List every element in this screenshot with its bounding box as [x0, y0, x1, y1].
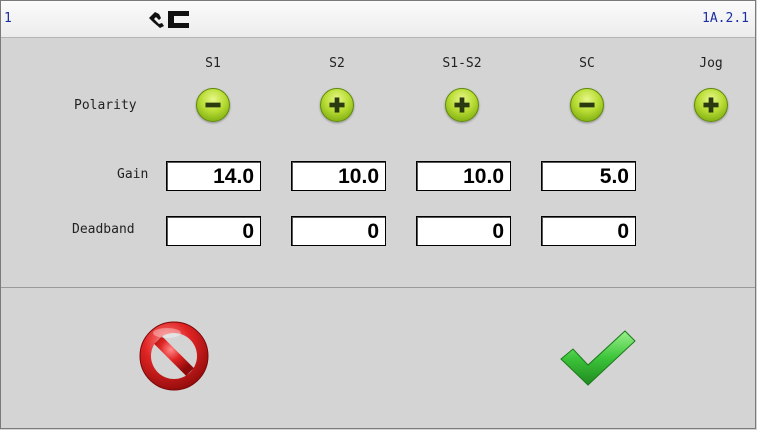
- gain-label: Gain: [117, 167, 149, 182]
- checkmark-icon: [560, 330, 636, 386]
- top-bar: 1 1A.2.1: [1, 1, 755, 38]
- deadband-sc-field[interactable]: 0: [541, 216, 636, 246]
- screen-code: 1A.2.1: [702, 11, 749, 26]
- gain-s1-field[interactable]: 14.0: [166, 161, 261, 191]
- polarity-s1-button[interactable]: [196, 88, 230, 122]
- machine-logo-icon: [149, 11, 189, 28]
- polarity-label: Polarity: [74, 98, 137, 113]
- cancel-prohibited-icon: [139, 321, 209, 391]
- deadband-s2-field[interactable]: 0: [291, 216, 386, 246]
- minus-icon: [205, 102, 221, 108]
- column-header-jog: Jog: [699, 56, 723, 71]
- minus-icon: [579, 102, 595, 108]
- plus-icon: [454, 97, 470, 113]
- polarity-sc-button[interactable]: [570, 88, 604, 122]
- polarity-s1-s2-button[interactable]: [445, 88, 479, 122]
- plus-icon: [703, 97, 719, 113]
- plus-icon: [329, 97, 345, 113]
- column-header-s1: S1: [205, 56, 221, 71]
- deadband-label: Deadband: [72, 222, 135, 237]
- polarity-jog-button[interactable]: [694, 88, 728, 122]
- column-header-sc: SC: [579, 56, 595, 71]
- column-header-s1-s2: S1-S2: [442, 56, 482, 71]
- gain-sc-field[interactable]: 5.0: [541, 161, 636, 191]
- gain-s2-field[interactable]: 10.0: [291, 161, 386, 191]
- deadband-s1-s2-field[interactable]: 0: [416, 216, 511, 246]
- confirm-button[interactable]: [559, 327, 637, 387]
- settings-window: 1 1A.2.1 S1 S2 S1-S2 SC Jog Polarity Gai…: [0, 0, 756, 429]
- polarity-s2-button[interactable]: [320, 88, 354, 122]
- gain-s1-s2-field[interactable]: 10.0: [416, 161, 511, 191]
- column-header-s2: S2: [329, 56, 345, 71]
- screen-number: 1: [4, 11, 12, 26]
- cancel-button[interactable]: [137, 319, 211, 393]
- deadband-s1-field[interactable]: 0: [166, 216, 261, 246]
- section-divider: [1, 287, 755, 288]
